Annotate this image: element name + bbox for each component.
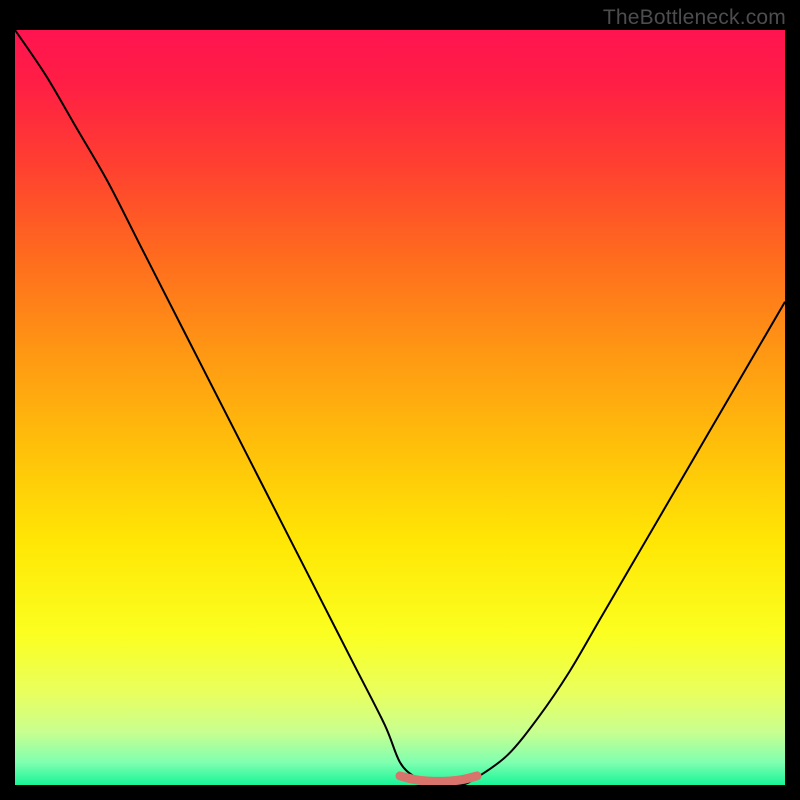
watermark-label: TheBottleneck.com <box>603 6 786 30</box>
chart-frame: TheBottleneck.com <box>0 0 800 800</box>
bottleneck-chart <box>15 30 785 785</box>
plot-area <box>15 30 785 785</box>
gradient-background <box>15 30 785 785</box>
